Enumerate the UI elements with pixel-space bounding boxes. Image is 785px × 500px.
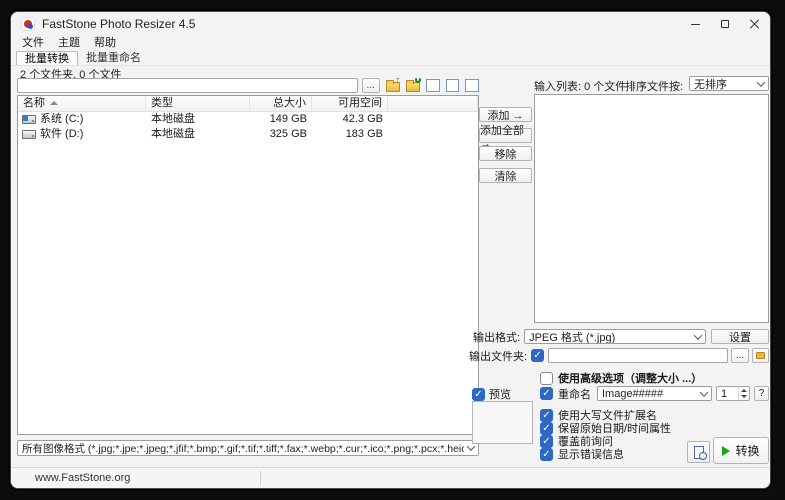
tab-batch-convert[interactable]: 批量转换 <box>16 51 78 65</box>
titlebar: FastStone Photo Resizer 4.5 <box>11 12 770 36</box>
drive-name: 软件 (D:) <box>40 127 83 142</box>
website-link[interactable]: www.FastStone.org <box>11 472 130 484</box>
rename-start-stepper[interactable]: 1 <box>716 386 750 401</box>
column-header-name[interactable]: 名称 <box>18 96 146 111</box>
input-file-list[interactable] <box>534 94 769 323</box>
details-view-icon[interactable] <box>426 79 440 92</box>
statusbar-divider <box>260 471 261 485</box>
remove-button[interactable]: 移除 <box>479 146 532 161</box>
format-filter-row: 所有图像格式 (*.jpg;*.jpe;*.jpeg;*.jfif;*.bmp;… <box>17 440 479 456</box>
drive-total-size: 149 GB <box>250 112 312 127</box>
folder-up-icon[interactable]: ↑ <box>386 79 400 92</box>
output-format-label: 输出格式: <box>473 329 520 345</box>
output-format-dropdown[interactable]: JPEG 格式 (*.jpg) <box>524 329 706 344</box>
stepper-down-button[interactable] <box>739 394 749 401</box>
image-format-filter-dropdown[interactable]: 所有图像格式 (*.jpg;*.jpe;*.jpeg;*.jfif;*.bmp;… <box>17 440 479 456</box>
drive-type: 本地磁盘 <box>146 127 250 142</box>
window-title: FastStone Photo Resizer 4.5 <box>42 17 195 31</box>
advanced-options-label: 使用高级选项（调整大小 ...） <box>558 370 702 386</box>
tab-batch-rename[interactable]: 批量重命名 <box>78 51 149 65</box>
refresh-folder-icon[interactable] <box>406 79 420 92</box>
address-row: ... ↑ <box>17 78 479 93</box>
app-logo-icon <box>21 17 35 31</box>
close-button[interactable] <box>740 12 770 36</box>
drive-type: 本地磁盘 <box>146 112 250 127</box>
rename-checkbox[interactable] <box>540 387 553 400</box>
browse-output-folder-button[interactable]: ... <box>731 348 749 363</box>
sort-asc-icon <box>50 101 58 105</box>
output-folder-label: 输出文件夹: <box>469 348 527 364</box>
statusbar: www.FastStone.org <box>11 467 770 488</box>
output-folder-input[interactable] <box>548 348 728 363</box>
address-input[interactable] <box>17 78 358 93</box>
column-header-type[interactable]: 类型 <box>146 96 250 111</box>
output-format-row: 输出格式: JPEG 格式 (*.jpg) 设置 <box>473 329 769 344</box>
rename-row: 重命名 Image##### 1 ? <box>540 386 769 401</box>
sort-by-label: 排序文件按: <box>625 78 683 94</box>
menubar: 文件 主题 帮助 <box>15 36 123 51</box>
triangle-up-icon <box>741 389 747 392</box>
maximize-button[interactable] <box>710 12 740 36</box>
drive-free-space: 183 GB <box>312 127 388 142</box>
minimize-icon <box>691 24 700 25</box>
output-folder-row: 输出文件夹: ... <box>469 348 769 363</box>
menu-theme[interactable]: 主题 <box>51 36 87 51</box>
menu-help[interactable]: 帮助 <box>87 36 123 51</box>
drive-free-space: 42.3 GB <box>312 112 388 127</box>
window-controls <box>680 12 770 36</box>
output-folder-checkbox[interactable] <box>531 349 544 362</box>
file-list-header: 名称 类型 总大小 可用空间 <box>18 96 478 112</box>
folder-icon <box>756 352 765 359</box>
clear-button[interactable]: 清除 <box>479 168 532 183</box>
chevron-down-icon <box>757 78 765 86</box>
system-drive-icon <box>22 115 36 124</box>
rename-label: 重命名 <box>558 386 591 402</box>
sort-dropdown[interactable]: 无排序 <box>689 76 769 91</box>
advanced-options-row: 使用高级选项（调整大小 ...） <box>540 370 702 386</box>
file-browser-list[interactable]: 名称 类型 总大小 可用空间 系统 (C:) 本地磁盘 149 GB 42.3 … <box>17 95 479 435</box>
column-header-free-space[interactable]: 可用空间 <box>312 96 388 111</box>
menu-file[interactable]: 文件 <box>15 36 51 51</box>
list-view-icon[interactable] <box>446 79 460 92</box>
preview-report-button[interactable] <box>687 441 710 463</box>
input-list-label: 输入列表: 0 个文件 <box>534 78 626 94</box>
thumbnails-view-icon[interactable] <box>465 79 479 92</box>
open-output-folder-button[interactable] <box>752 348 769 363</box>
maximize-icon <box>721 20 729 28</box>
advanced-options-checkbox[interactable] <box>540 372 553 385</box>
document-magnifier-icon <box>694 446 704 459</box>
settings-button[interactable]: 设置 <box>711 329 769 344</box>
app-window: FastStone Photo Resizer 4.5 文件 主题 帮助 批量转… <box>10 11 771 489</box>
minimize-button[interactable] <box>680 12 710 36</box>
data-drive-icon <box>22 130 36 139</box>
convert-button[interactable]: 转换 <box>713 437 769 464</box>
drive-name: 系统 (C:) <box>40 112 83 127</box>
preview-label: 预览 <box>489 386 511 402</box>
preview-thumbnail-box <box>472 401 533 444</box>
table-row[interactable]: 系统 (C:) 本地磁盘 149 GB 42.3 GB <box>18 112 478 127</box>
triangle-down-icon <box>741 395 747 398</box>
close-icon <box>750 19 760 29</box>
chevron-down-icon <box>694 331 702 339</box>
add-button[interactable]: 添加 → <box>479 107 532 122</box>
preview-checkbox[interactable] <box>472 388 485 401</box>
rename-start-value: 1 <box>717 388 738 400</box>
tabbar: 批量转换 批量重命名 <box>11 51 770 66</box>
play-icon <box>722 446 730 456</box>
option-show-errors: 显示错误信息 <box>540 446 624 462</box>
browse-path-button[interactable]: ... <box>362 78 380 93</box>
rename-pattern-dropdown[interactable]: Image##### <box>597 386 712 401</box>
column-header-total-size[interactable]: 总大小 <box>250 96 312 111</box>
rename-help-button[interactable]: ? <box>754 386 769 401</box>
table-row[interactable]: 软件 (D:) 本地磁盘 325 GB 183 GB <box>18 127 478 142</box>
add-all-button[interactable]: 添加全部 → <box>479 128 532 143</box>
show-errors-checkbox[interactable] <box>540 448 553 461</box>
preview-toggle-row: 预览 <box>472 386 511 402</box>
chevron-down-icon <box>700 388 708 396</box>
column-header-filler <box>388 96 478 111</box>
drive-total-size: 325 GB <box>250 127 312 142</box>
